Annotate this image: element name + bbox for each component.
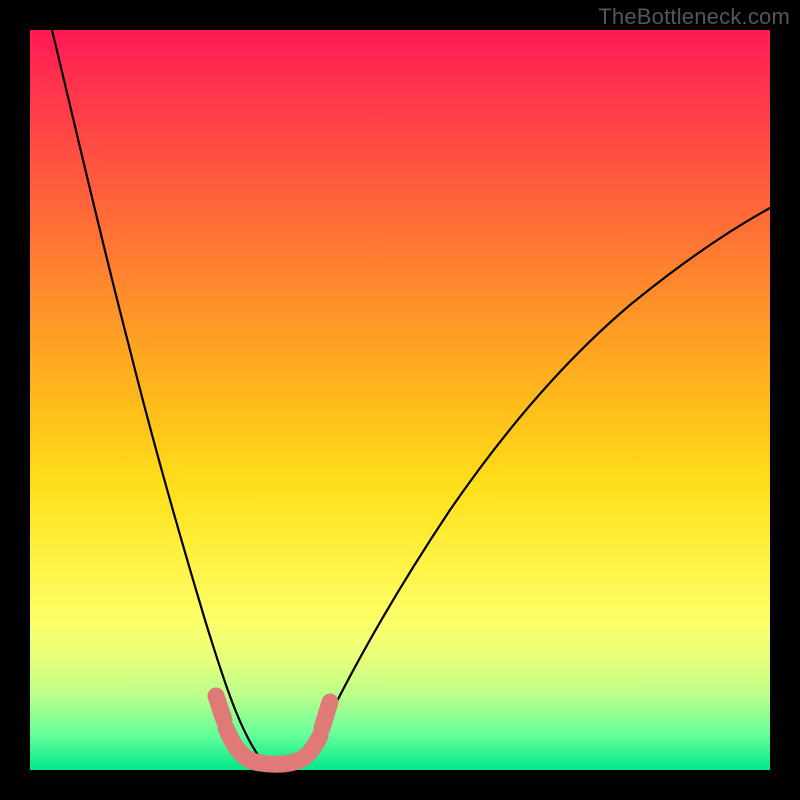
bottleneck-curve xyxy=(52,30,770,768)
curve-svg xyxy=(30,30,770,770)
chart-frame: TheBottleneck.com xyxy=(0,0,800,800)
plot-area xyxy=(30,30,770,770)
watermark-text: TheBottleneck.com xyxy=(598,4,790,30)
